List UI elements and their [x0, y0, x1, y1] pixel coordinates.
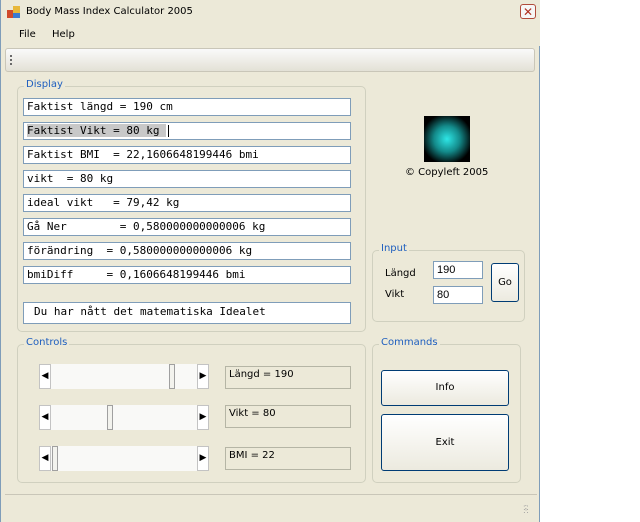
result-message[interactable]: Du har nått det matematiska Idealet — [23, 302, 351, 324]
scroll-right-icon[interactable]: ▶ — [197, 364, 209, 389]
exit-button[interactable]: Exit — [381, 414, 509, 471]
input-legend: Input — [379, 243, 409, 254]
display-line-change[interactable]: förändring = 0,580000000000006 kg — [23, 242, 351, 260]
menu-bar: File Help — [1, 24, 540, 46]
display-line-lose[interactable]: Gå Ner = 0,580000000000006 kg — [23, 218, 351, 236]
close-icon: ✕ — [522, 5, 534, 19]
close-button[interactable]: ✕ — [520, 4, 536, 19]
go-button[interactable]: Go — [491, 263, 519, 302]
display-line-actual-bmi[interactable]: Faktist BMI = 22,1606648199446 bmi — [23, 146, 351, 164]
length-value-display: Längd = 190 — [225, 366, 351, 389]
menu-file[interactable]: File — [19, 29, 36, 40]
text-caret — [168, 125, 170, 137]
weight-value-display: Vikt = 80 — [225, 405, 351, 428]
window-title: Body Mass Index Calculator 2005 — [26, 6, 193, 17]
app-icon — [7, 6, 20, 18]
menu-help[interactable]: Help — [52, 29, 75, 40]
scroll-right-icon[interactable]: ▶ — [197, 446, 209, 471]
toolstrip — [5, 48, 535, 72]
app-window: Body Mass Index Calculator 2005 ✕ File H… — [0, 0, 540, 522]
display-legend: Display — [24, 79, 65, 90]
display-line-weight[interactable]: vikt = 80 kg — [23, 170, 351, 188]
toolstrip-grip-icon[interactable] — [10, 55, 14, 65]
display-line-bmi-diff[interactable]: bmiDiff = 0,1606648199446 bmi — [23, 266, 351, 284]
weight-input[interactable]: 80 — [433, 286, 483, 304]
scroll-right-icon[interactable]: ▶ — [197, 405, 209, 430]
commands-legend: Commands — [379, 337, 440, 348]
resize-grip-icon[interactable]: ·:·:·: — [523, 503, 533, 515]
sphere-logo-icon — [424, 116, 470, 162]
display-line-actual-length[interactable]: Faktist längd = 190 cm — [23, 98, 351, 116]
controls-legend: Controls — [24, 337, 70, 348]
bmi-value-display: BMI = 22 — [225, 447, 351, 470]
weight-slider[interactable]: ◀ ▶ — [39, 405, 209, 430]
slider-thumb[interactable] — [169, 364, 175, 389]
bmi-slider[interactable]: ◀ ▶ — [39, 446, 209, 471]
copyleft-text: © Copyleft 2005 — [405, 167, 489, 178]
display-line-actual-weight[interactable]: Faktist Vikt = 80 kg — [23, 122, 351, 140]
weight-label: Vikt — [385, 289, 405, 300]
length-slider[interactable]: ◀ ▶ — [39, 364, 209, 389]
info-button[interactable]: Info — [381, 370, 509, 406]
scroll-left-icon[interactable]: ◀ — [39, 446, 51, 471]
slider-thumb[interactable] — [107, 405, 113, 430]
title-bar[interactable]: Body Mass Index Calculator 2005 ✕ — [1, 0, 540, 25]
slider-thumb[interactable] — [52, 446, 58, 471]
length-label: Längd — [385, 268, 416, 279]
display-line-ideal-weight[interactable]: ideal vikt = 79,42 kg — [23, 194, 351, 212]
scroll-left-icon[interactable]: ◀ — [39, 405, 51, 430]
scroll-left-icon[interactable]: ◀ — [39, 364, 51, 389]
length-input[interactable]: 190 — [433, 261, 483, 279]
selected-text: Faktist Vikt = 80 kg — [27, 124, 167, 137]
status-bar: ·:·:·: — [5, 494, 537, 519]
